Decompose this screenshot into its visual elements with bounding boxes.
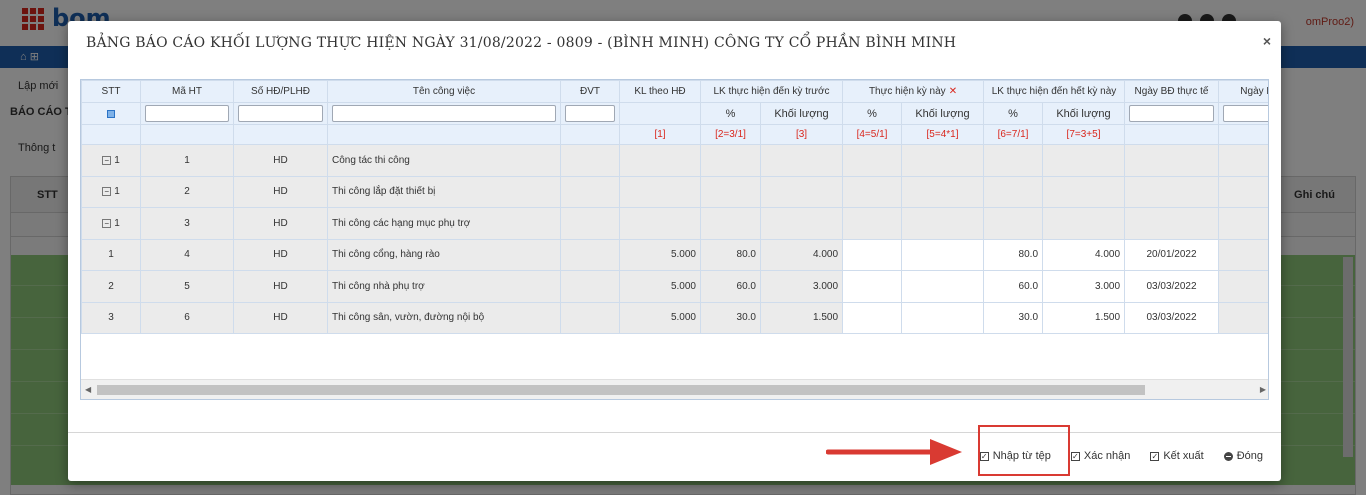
formula-label: [7=3+5]	[1042, 124, 1126, 145]
report-modal: BẢNG BÁO CÁO KHỐI LƯỢNG THỰC HIỆN NGÀY 3…	[68, 21, 1281, 481]
input-cell-kl-nay[interactable]	[901, 270, 985, 303]
table-row[interactable]: −1 2 HD Thi công lắp đặt thiết bị	[81, 175, 1268, 208]
filter-empty	[619, 102, 701, 125]
scroll-right-icon[interactable]: ▶	[1260, 385, 1266, 394]
filter-toggle-cell	[81, 102, 141, 125]
col-header-ngay-ht[interactable]: Ngày HT	[1218, 80, 1268, 103]
sub-header-khoi-luong: Khối lượng	[1042, 102, 1126, 125]
col-header-ten-cv[interactable]: Tên công việc	[327, 80, 561, 103]
modal-title: BẢNG BÁO CÁO KHỐI LƯỢNG THỰC HIỆN NGÀY 3…	[86, 35, 957, 51]
input-cell-pct-nay[interactable]	[842, 270, 903, 303]
col-header-dvt[interactable]: ĐVT	[560, 80, 620, 103]
highlight-annotation-box	[978, 425, 1070, 476]
confirm-button[interactable]: ✓ Xác nhận	[1070, 450, 1130, 462]
filter-ngay-ht-input[interactable]	[1223, 105, 1268, 122]
report-table: STT Mã HT Số HĐ/PLHĐ Tên công việc ĐVT K…	[81, 80, 1268, 334]
input-cell-kl-nay[interactable]	[901, 238, 985, 271]
filter-dvt-input[interactable]	[565, 105, 615, 122]
filter-so-hd-input[interactable]	[238, 105, 323, 122]
col-header-stt[interactable]: STT	[81, 80, 141, 103]
sub-header-pct: %	[983, 102, 1044, 125]
table-row[interactable]: −1 3 HD Thi công các hạng mục phụ trợ	[81, 207, 1268, 240]
input-cell-pct-nay[interactable]	[842, 238, 903, 271]
formula-label: [5=4*1]	[901, 124, 985, 145]
sub-header-pct: %	[842, 102, 903, 125]
formula-label: [1]	[619, 124, 701, 145]
col-header-th-ky-nay[interactable]: Thực hiện kỳ này ✕	[842, 80, 985, 103]
col-header-ngay-bd[interactable]: Ngày BĐ thực tế	[1124, 80, 1220, 103]
input-cell-kl-nay[interactable]	[901, 301, 985, 334]
footer-divider	[68, 432, 1281, 433]
collapse-icon[interactable]: −	[102, 218, 112, 228]
checkbox-icon: ✓	[1150, 451, 1160, 461]
scrollbar-thumb[interactable]	[97, 385, 1145, 395]
collapse-icon[interactable]: −	[102, 187, 112, 197]
table-row[interactable]: 2 5 HD Thi công nhà phụ trợ 5.000 60.0 3…	[81, 270, 1268, 303]
col-header-kl-hd[interactable]: KL theo HĐ	[619, 80, 701, 103]
filter-toggle-icon[interactable]	[107, 109, 115, 118]
minus-circle-icon	[1223, 451, 1233, 461]
report-grid: STT Mã HT Số HĐ/PLHĐ Tên công việc ĐVT K…	[80, 79, 1269, 400]
annotation-arrow-icon	[826, 439, 962, 465]
filter-ten-cv-input[interactable]	[332, 105, 556, 122]
formula-label: [3]	[759, 124, 844, 145]
sub-header-khoi-luong: Khối lượng	[901, 102, 985, 125]
table-row[interactable]: 1 4 HD Thi công cổng, hàng rào 5.000 80.…	[81, 238, 1268, 271]
col-header-lk-het[interactable]: LK thực hiện đến hết kỳ này	[983, 80, 1126, 103]
col-header-so-hd[interactable]: Số HĐ/PLHĐ	[233, 80, 328, 103]
remove-column-icon[interactable]: ✕	[949, 86, 957, 97]
input-cell-pct-nay[interactable]	[842, 301, 903, 334]
formula-label: [2=3/1]	[700, 124, 761, 145]
collapse-icon[interactable]: −	[102, 155, 112, 165]
horizontal-scrollbar[interactable]: ◀ ▶	[81, 379, 1268, 399]
sub-header-khoi-luong: Khối lượng	[759, 102, 844, 125]
close-icon[interactable]: ×	[1263, 33, 1271, 49]
col-header-lk-truoc[interactable]: LK thực hiện đến kỳ trước	[699, 80, 844, 103]
table-row[interactable]: −1 1 HD Công tác thi công	[81, 144, 1268, 177]
formula-label: [4=5/1]	[842, 124, 903, 145]
th-ky-nay-label: Thực hiện kỳ này	[868, 86, 946, 97]
close-button[interactable]: Đóng	[1223, 450, 1263, 462]
sub-header-pct: %	[700, 102, 761, 125]
filter-ngay-bd-input[interactable]	[1129, 105, 1215, 122]
filter-ma-ht-input[interactable]	[145, 105, 229, 122]
col-header-ma-ht[interactable]: Mã HT	[140, 80, 234, 103]
checkbox-icon: ✓	[1070, 451, 1080, 461]
formula-label: [6=7/1]	[983, 124, 1044, 145]
scroll-left-icon[interactable]: ◀	[85, 385, 91, 394]
table-row[interactable]: 3 6 HD Thi công sân, vườn, đường nội bộ …	[81, 301, 1268, 334]
export-button[interactable]: ✓ Kết xuất	[1150, 450, 1204, 462]
